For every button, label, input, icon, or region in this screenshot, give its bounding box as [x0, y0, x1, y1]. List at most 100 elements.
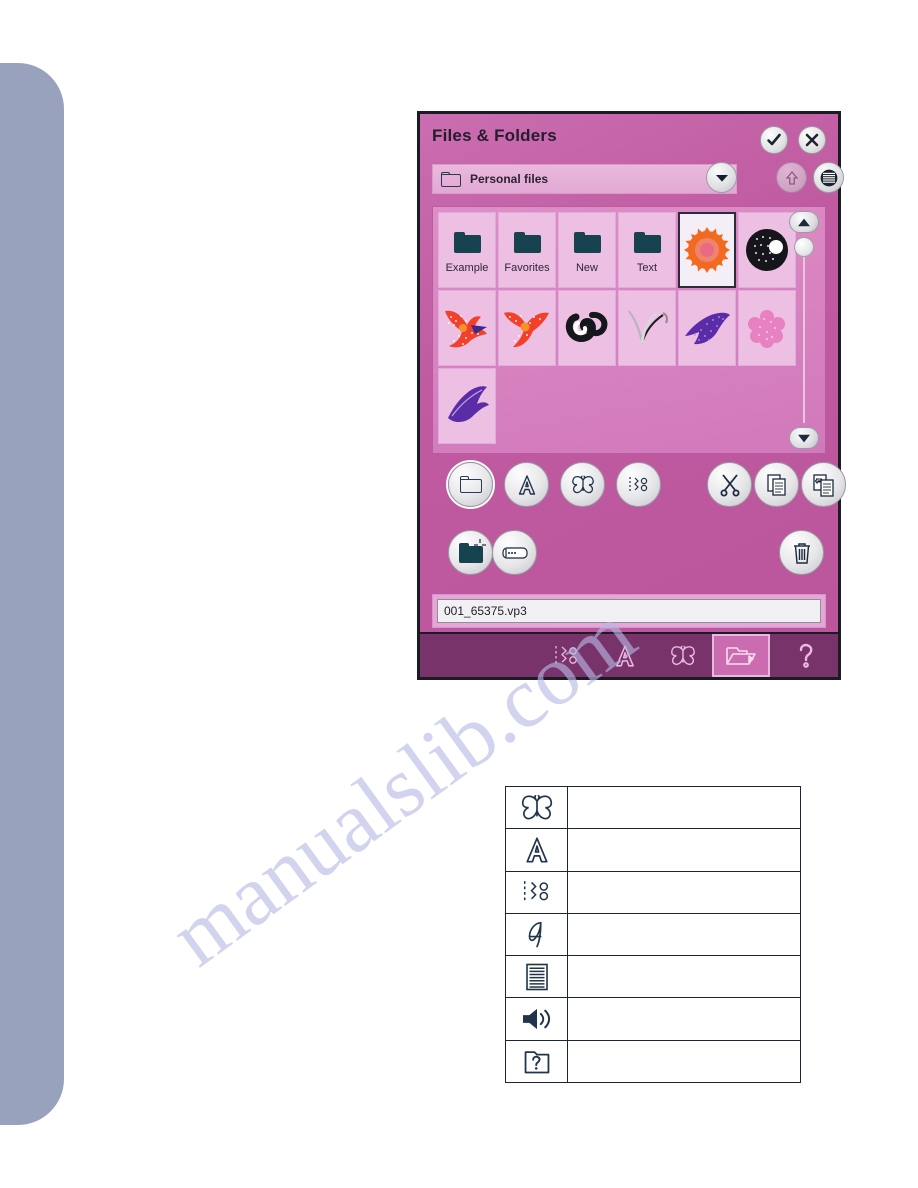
legend-row — [506, 871, 800, 914]
grid-item-label: Favorites — [504, 262, 550, 274]
red-wing-design — [504, 312, 549, 348]
folder-dropdown-button[interactable] — [706, 162, 737, 193]
folder-icon — [573, 231, 601, 253]
tab-fonts[interactable] — [596, 634, 654, 677]
speaker-icon — [506, 998, 568, 1040]
tool-row-filters — [432, 462, 846, 514]
scroll-track[interactable] — [803, 257, 805, 423]
legend-row — [506, 829, 800, 872]
checkmark-icon — [767, 133, 781, 146]
butterfly-icon — [571, 475, 594, 493]
legend-label — [568, 1041, 800, 1082]
tab-files[interactable] — [712, 634, 770, 677]
purple-leaf-design — [685, 312, 730, 345]
grid-item-folder[interactable]: Text — [618, 212, 676, 288]
filename-row — [432, 594, 826, 628]
file-grid: Example Favorites New Text — [438, 212, 796, 444]
copy-icon — [766, 473, 786, 496]
grid-item-label: Text — [636, 262, 658, 274]
paste-button[interactable] — [801, 462, 846, 507]
grid-item-design[interactable] — [558, 290, 616, 366]
legend-label — [568, 914, 800, 955]
folder-icon — [633, 231, 661, 253]
legend-row — [506, 998, 800, 1041]
tool-row-actions — [432, 530, 826, 582]
scroll-thumb[interactable] — [794, 237, 814, 257]
current-folder-label: Personal files — [470, 172, 549, 186]
grid-item-folder[interactable]: New — [558, 212, 616, 288]
legend-row — [506, 787, 800, 830]
arrow-up-icon — [785, 170, 798, 185]
x-icon — [805, 133, 819, 147]
grid-item-label: Example — [445, 262, 489, 274]
grid-item-design[interactable] — [438, 368, 496, 444]
cut-button[interactable] — [707, 462, 752, 507]
butterfly-icon — [506, 787, 568, 829]
tab-designs[interactable] — [654, 634, 712, 677]
sunflower-design — [684, 227, 730, 273]
filter-folders-button[interactable] — [448, 462, 493, 507]
letter-a-icon — [518, 474, 535, 495]
document-page: Files & Folders Personal files Example F… — [0, 0, 918, 1188]
ok-button[interactable] — [760, 126, 788, 154]
trash-icon — [793, 542, 810, 564]
legend-label — [568, 829, 800, 870]
list-view-button[interactable] — [813, 162, 844, 193]
folder-outline-icon — [459, 476, 482, 493]
folder-icon — [513, 231, 541, 253]
open-folder-icon — [726, 646, 756, 665]
script-a-icon — [506, 913, 568, 956]
dialog-body: Files & Folders Personal files Example F… — [420, 114, 846, 638]
new-folder-icon — [458, 538, 486, 563]
grid-item-design[interactable] — [618, 290, 676, 366]
scroll-up-icon — [798, 218, 810, 226]
rename-field-icon — [501, 546, 528, 559]
filter-fonts-button[interactable] — [504, 462, 549, 507]
grid-item-folder[interactable]: Favorites — [498, 212, 556, 288]
tab-help[interactable] — [776, 634, 838, 677]
grid-item-design[interactable] — [438, 290, 496, 366]
legend-label — [568, 956, 800, 997]
filter-stitches-button[interactable] — [616, 462, 661, 507]
delete-button[interactable] — [779, 530, 824, 575]
black-circle-design — [746, 229, 788, 271]
page-title: Files & Folders — [432, 126, 557, 145]
legend-label — [568, 787, 800, 828]
pink-flower-design — [748, 310, 785, 348]
copy-button[interactable] — [754, 462, 799, 507]
go-up-button[interactable] — [776, 162, 807, 193]
bottom-tab-strip — [420, 632, 838, 677]
scroll-down-button[interactable] — [789, 427, 819, 449]
rename-button[interactable] — [492, 530, 537, 575]
legend-label — [568, 872, 800, 913]
grid-item-folder[interactable]: Example — [438, 212, 496, 288]
close-button[interactable] — [798, 126, 826, 154]
dialog-titlebar: Files & Folders — [420, 114, 838, 162]
file-grid-panel: Example Favorites New Text — [432, 206, 826, 454]
purple-feather-design — [448, 386, 489, 423]
files-and-folders-dialog: Files & Folders Personal files Example F… — [417, 111, 846, 680]
grid-item-design[interactable] — [498, 290, 556, 366]
grid-item-label: New — [575, 262, 598, 274]
stitch-icon — [628, 476, 647, 493]
list-view-icon — [820, 169, 837, 186]
letter-a-icon — [506, 829, 568, 871]
stitch-icon — [506, 871, 568, 913]
grid-scrollbar[interactable] — [788, 211, 820, 449]
legend-row — [506, 1040, 800, 1082]
grid-item-design-selected[interactable] — [678, 212, 736, 288]
filename-input[interactable] — [437, 599, 821, 623]
scissors-icon — [720, 473, 739, 496]
scroll-up-button[interactable] — [789, 211, 819, 233]
lines-list-icon — [506, 956, 568, 998]
path-row: Personal files — [432, 162, 844, 202]
tab-stitches[interactable] — [538, 634, 596, 677]
scroll-down-icon — [798, 434, 810, 442]
new-folder-button[interactable] — [448, 530, 493, 575]
current-folder-field[interactable]: Personal files — [432, 164, 737, 194]
grid-item-design[interactable] — [678, 290, 736, 366]
question-mark-icon — [799, 643, 813, 668]
black-swirl-design — [565, 311, 608, 342]
stitch-icon — [555, 645, 577, 666]
filter-designs-button[interactable] — [560, 462, 605, 507]
